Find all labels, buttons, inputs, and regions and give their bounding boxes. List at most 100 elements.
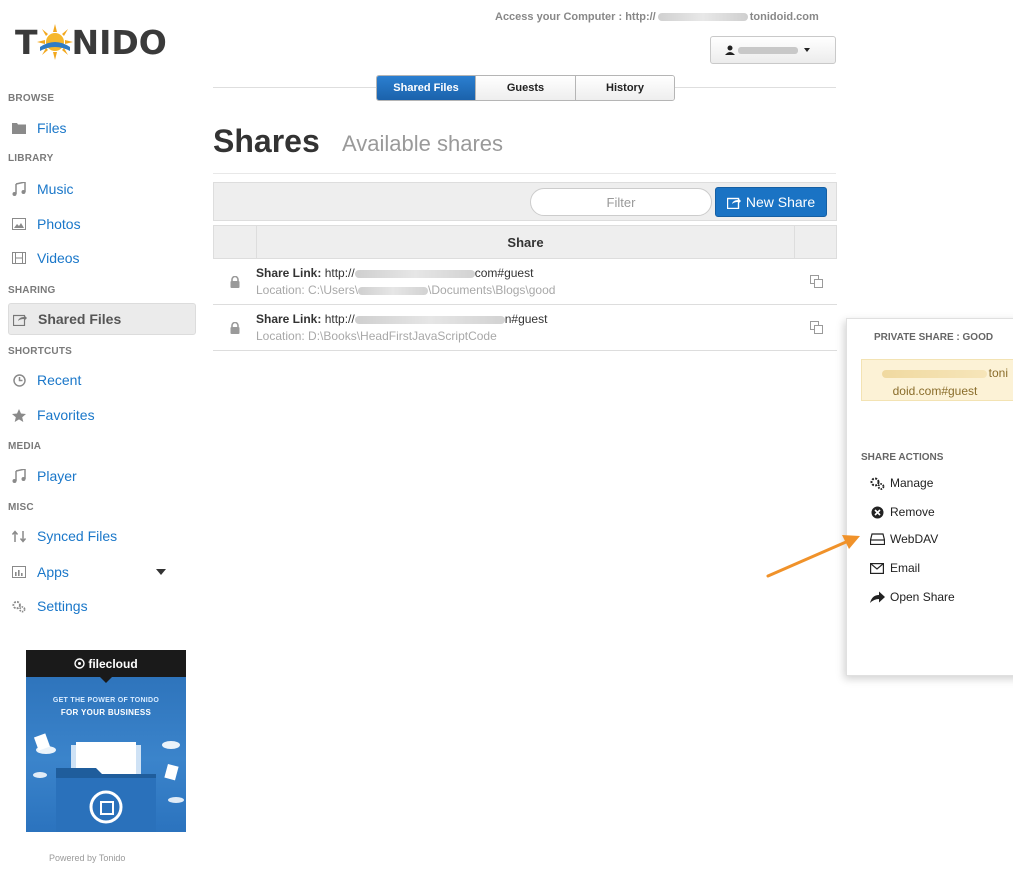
new-share-label: New Share [745,194,816,210]
table-row[interactable]: Share Link: http:// com#guest Location: C… [213,259,837,305]
user-menu-button[interactable] [710,36,836,64]
share-link-suffix: com#guest [474,266,534,280]
sidebar-item-recent[interactable]: Recent [8,364,196,396]
tonido-logo[interactable]: T NIDO [15,20,170,64]
manage-action[interactable]: Manage [869,473,933,493]
photo-icon [12,217,26,231]
share-url-box[interactable]: toni doid.com#guest [861,359,1013,401]
section-shortcuts: SHORTCUTS [8,346,73,357]
webdav-action[interactable]: WebDAV [869,529,938,549]
share-info: Share Link: http:// com#guest Location: C… [256,266,795,297]
email-action[interactable]: Email [869,558,920,578]
title-divider [213,173,836,174]
access-url: Access your Computer : http:// tonidoid.c… [495,11,819,23]
user-icon [725,45,735,55]
table-row[interactable]: Share Link: http:// n#guest Location: D:\… [213,305,837,351]
sun-icon [36,23,74,61]
sidebar-item-label: Recent [37,372,82,388]
section-sharing: SHARING [8,285,56,296]
open-share-action[interactable]: Open Share [869,587,955,607]
panel-title: PRIVATE SHARE : GOOD [874,332,994,343]
open-share-label: Open Share [890,590,955,604]
chevron-down-icon[interactable] [156,569,166,575]
sidebar-item-files[interactable]: Files [8,112,196,144]
shares-toolbar: New Share [213,182,837,221]
sidebar-item-favorites[interactable]: Favorites [8,399,196,431]
sidebar-item-label: Favorites [37,407,95,423]
music-note-icon [12,182,26,196]
redacted-text [881,369,987,378]
sidebar-item-apps[interactable]: Apps [8,556,196,588]
filecloud-promo-banner[interactable]: filecloud GET THE POWER OF TONIDO FOR YO… [26,650,186,832]
redacted-url [657,13,748,22]
lock-icon [213,321,256,334]
sidebar-item-settings[interactable]: Settings [8,590,196,622]
sidebar-item-label: Shared Files [38,311,122,327]
share-link-label: Share Link: [256,266,322,280]
gears-icon [869,477,885,490]
share-url-line2: doid.com#guest [892,384,978,398]
sidebar-item-label: Synced Files [37,528,118,544]
filter-input[interactable] [530,188,712,216]
access-label: Access your Computer : http:// [495,11,656,23]
sidebar-item-shared-files[interactable]: Shared Files [8,303,196,335]
sidebar-item-synced-files[interactable]: Synced Files [8,520,196,552]
sidebar-item-videos[interactable]: Videos [8,242,196,274]
sidebar-item-label: Videos [37,250,80,266]
redacted-text [358,286,429,295]
clock-icon [12,373,26,387]
share-link[interactable]: Share Link: http:// com#guest [256,266,795,280]
column-header-share[interactable]: Share [257,226,794,258]
share-url-line1: toni [862,364,1008,382]
powered-by-text: Powered by Tonido [49,853,126,863]
sidebar-item-photos[interactable]: Photos [8,208,196,240]
manage-label: Manage [890,476,934,490]
share-url-part1: toni [988,366,1008,380]
tab-bar: Shared Files Guests History [376,75,675,101]
new-share-button[interactable]: New Share [715,187,827,217]
webdav-label: WebDAV [890,532,939,546]
remove-circle-icon [869,506,885,519]
share-link-suffix: n#guest [504,312,548,326]
share-location: Location: C:\Users\ \Documents\Blogs\good [256,283,795,297]
email-label: Email [890,561,921,575]
remove-label: Remove [890,505,935,519]
table-header: Share [213,225,837,259]
redacted-username [738,46,798,54]
folder-icon [12,121,26,135]
sidebar-item-label: Music [37,181,74,197]
redacted-text [354,315,505,324]
section-misc: MISC [8,502,34,513]
access-domain[interactable]: tonidoid.com [750,11,819,23]
envelope-icon [869,562,885,574]
sidebar-item-label: Apps [37,564,69,580]
share-details-panel: PRIVATE SHARE : GOOD toni doid.com#guest… [846,318,1013,676]
promo-folder-illustration [33,733,184,832]
logo-letters-nido: NIDO [71,22,167,62]
tab-shared-files[interactable]: Shared Files [377,76,475,100]
copy-icon[interactable] [795,275,837,288]
sidebar-item-music[interactable]: Music [8,173,196,205]
sync-icon [12,529,26,543]
share-location: Location: D:\Books\HeadFirstJavaScriptCo… [256,329,795,343]
sidebar-item-player[interactable]: Player [8,460,196,492]
copy-icon[interactable] [795,321,837,334]
apps-chart-icon [12,565,26,579]
share-link-label: Share Link: [256,312,322,326]
redacted-text [354,269,475,278]
location-prefix: Location: C:\Users\ [256,283,359,297]
share-link[interactable]: Share Link: http:// n#guest [256,312,795,326]
shares-table: Share Share Link: http:// com#guest Locat… [213,225,837,351]
tab-guests[interactable]: Guests [475,76,575,100]
sidebar-item-label: Files [37,120,67,136]
music-note-icon [12,469,26,483]
lock-icon [213,275,256,288]
tab-history[interactable]: History [575,76,674,100]
forward-arrow-icon [869,591,885,603]
logo-letter-t: T [15,22,38,62]
sidebar-item-label: Player [37,468,77,484]
sidebar-item-label: Photos [37,216,81,232]
share-info: Share Link: http:// n#guest Location: D:\… [256,312,795,343]
section-library: LIBRARY [8,153,54,164]
remove-action[interactable]: Remove [869,502,935,522]
